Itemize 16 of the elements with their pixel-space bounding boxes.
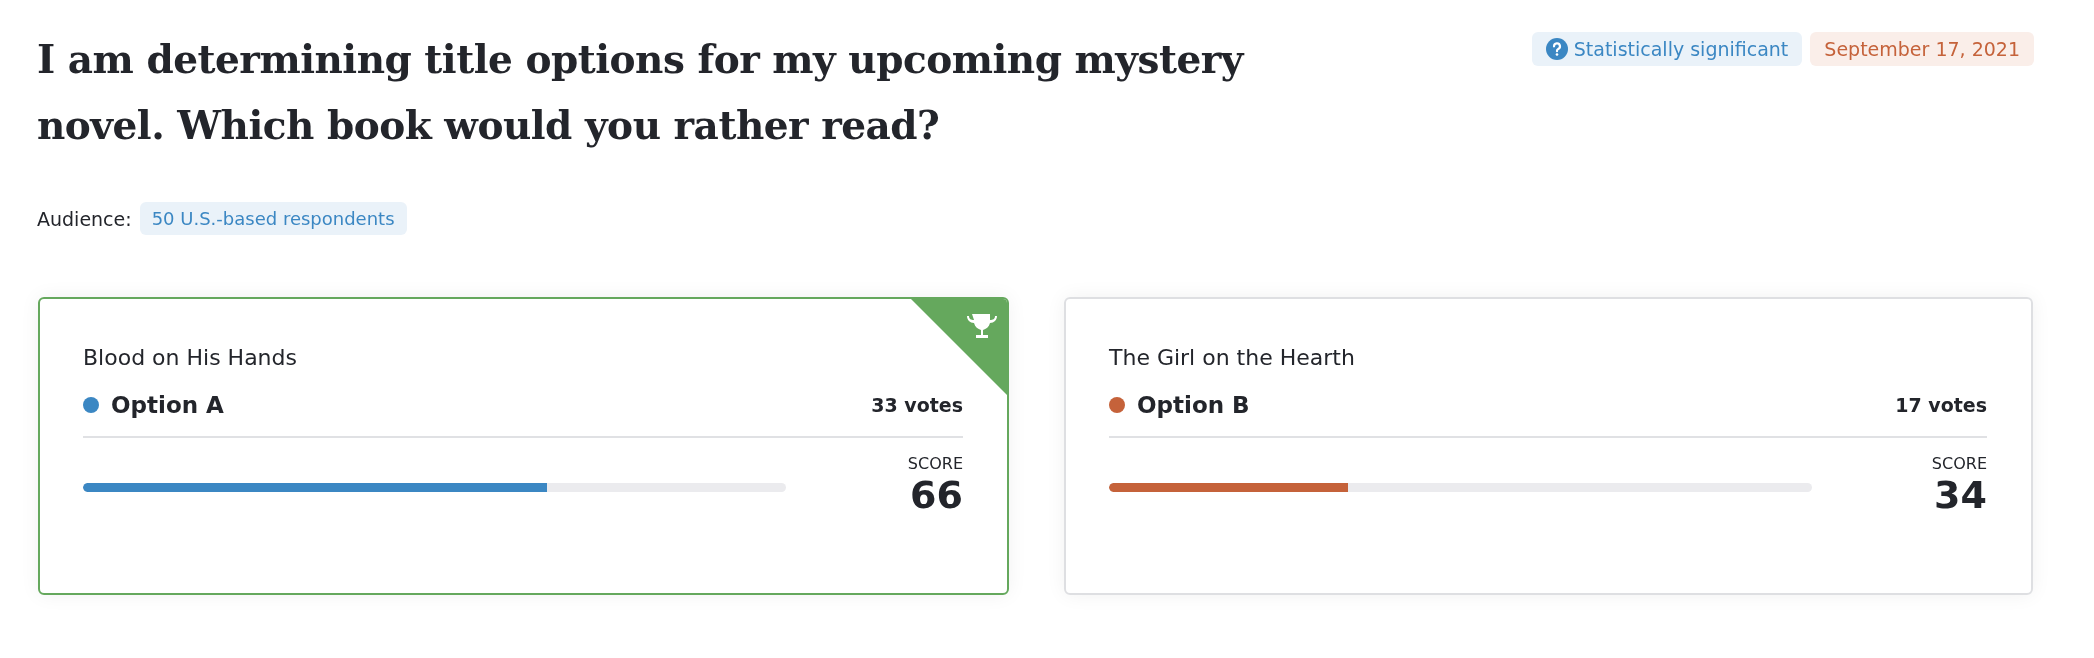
audience-tag: 50 U.S.-based respondents bbox=[139, 202, 407, 235]
vote-count: 17 votes bbox=[1895, 394, 1987, 416]
audience-label: Audience: bbox=[37, 207, 132, 230]
question-title: I am determining title options for my upcoming mystery novel. Which book would you rather read? bbox=[37, 35, 1246, 150]
score-label: SCORE bbox=[1931, 454, 1987, 473]
book-title: The Girl on the Hearth bbox=[1109, 345, 1356, 370]
score-label: SCORE bbox=[907, 454, 963, 473]
help-icon bbox=[1545, 38, 1568, 60]
vote-count: 33 votes bbox=[871, 394, 963, 416]
option-name: Option B bbox=[1137, 392, 1251, 418]
date-badge: September 17, 2021 bbox=[1810, 32, 2034, 66]
option-name: Option A bbox=[111, 392, 225, 418]
book-title: Blood on His Hands bbox=[83, 345, 298, 370]
significance-badge[interactable]: Statistically significant bbox=[1531, 32, 1803, 66]
score-value: 66 bbox=[910, 473, 963, 517]
score-value: 34 bbox=[1934, 473, 1987, 517]
